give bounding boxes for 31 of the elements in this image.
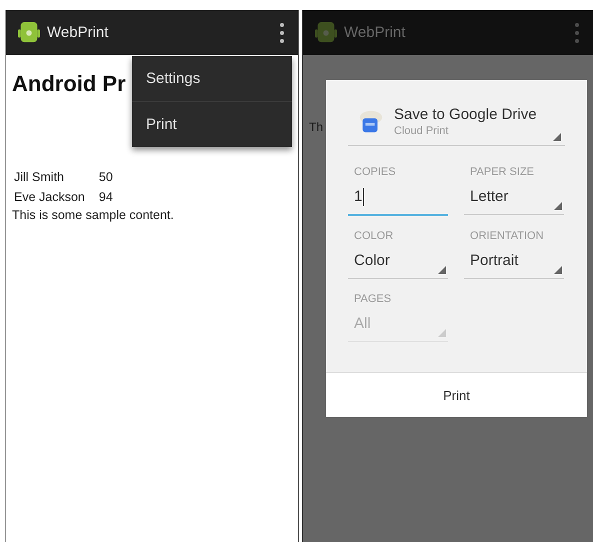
table-cell-text: Eve Jackson — [13, 189, 86, 206]
dropdown-field[interactable]: Color — [348, 252, 448, 279]
printer-dropdown[interactable]: Save to Google Drive Cloud Print — [348, 106, 566, 146]
field-label: PAGES — [353, 293, 392, 305]
table-cell-text: 50 — [98, 169, 114, 186]
table-cell-text: 94 — [98, 189, 114, 206]
page-heading: Android Pr — [12, 71, 126, 97]
dropdown-arrow-icon — [554, 266, 562, 274]
printer-type: Cloud Print — [394, 125, 450, 137]
paragraph: This is some sample content. — [11, 207, 175, 222]
dropdown-field[interactable]: Letter — [464, 188, 564, 215]
dropdown-arrow-icon — [553, 133, 562, 141]
cloud-icon — [358, 108, 384, 134]
print-button[interactable]: Print — [326, 372, 588, 417]
app-title: WebPrint — [344, 24, 406, 41]
dropdown-arrow-icon — [438, 266, 446, 274]
page-text: Th — [309, 120, 324, 134]
overflow-menu-icon[interactable] — [280, 22, 284, 42]
app-title: WebPrint — [47, 24, 110, 41]
menu-item[interactable]: Print — [132, 101, 292, 147]
field-label: PAPER SIZE — [469, 166, 535, 178]
dropdown-arrow-icon — [438, 329, 446, 337]
dropdown-field[interactable]: Portrait — [464, 252, 564, 279]
printer-name: Save to Google Drive — [394, 106, 538, 123]
dropdown-arrow-icon — [554, 202, 562, 210]
field-label: ORIENTATION — [469, 230, 545, 242]
copies-input[interactable]: 1 — [348, 188, 448, 216]
menu-item[interactable]: Settings — [132, 56, 292, 101]
table-cell-text: Jill Smith — [13, 169, 66, 186]
field-label: COPIES — [353, 166, 397, 178]
field-label: COLOR — [353, 230, 394, 242]
